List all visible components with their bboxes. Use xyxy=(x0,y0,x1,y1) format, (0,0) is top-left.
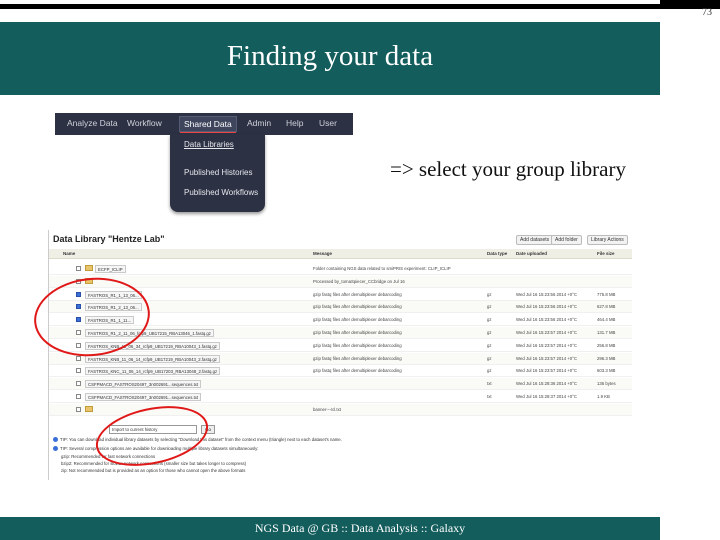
dropdown-data-libraries[interactable]: Data Libraries xyxy=(184,140,234,149)
row-date: Wed Jul 16 15:23:56 2014 +0°C xyxy=(516,291,578,297)
row-message: banner---rcl.txt xyxy=(313,406,341,412)
library-table-header: Name Message Data type Date uploaded Fil… xyxy=(49,249,632,259)
folder-icon xyxy=(85,265,93,271)
slide-title: Finding your data xyxy=(226,40,434,72)
row-date: Wed Jul 16 15:23:56 2014 +0°C xyxy=(516,317,578,323)
row-data-type: gz xyxy=(487,317,492,323)
row-data-type: gz xyxy=(487,330,492,335)
row-size: 464.4 MB xyxy=(597,317,616,323)
row-data-type: gz xyxy=(487,291,492,297)
row-checkbox[interactable] xyxy=(76,406,81,412)
row-data-type: gz xyxy=(487,342,492,348)
row-data-type: gz xyxy=(487,368,492,374)
library-title: Data Library "Hentze Lab" xyxy=(53,234,165,244)
row-message: gzip fastq files after demultiplexer deb… xyxy=(313,355,402,361)
row-message: Folder containing NGS data related to sm… xyxy=(313,266,451,271)
row-checkbox[interactable] xyxy=(76,368,81,374)
row-size: 627.8 MB xyxy=(597,304,616,310)
menu-workflow[interactable]: Workflow xyxy=(127,118,162,128)
shared-data-dropdown: Data Libraries Published Histories Publi… xyxy=(170,134,265,212)
row-date: Wed Jul 16 15:23:57 2014 +0°C xyxy=(516,330,578,335)
table-row[interactable]: CSFPMACD_FASTROS20497_3n002691...sequenc… xyxy=(49,378,632,391)
add-folder-button[interactable]: Add folder xyxy=(551,235,582,245)
row-message: gzip fastq files after demultiplexer deb… xyxy=(313,330,402,335)
menu-help[interactable]: Help xyxy=(286,118,303,128)
menu-admin[interactable]: Admin xyxy=(247,118,271,128)
slide-number: 73 xyxy=(702,7,712,18)
row-checkbox[interactable] xyxy=(76,381,81,387)
row-date: Wed Jul 16 15:23:56 2014 +0°C xyxy=(516,304,578,310)
row-data-type: gz xyxy=(487,304,492,310)
dataset-name[interactable]: FASTROS_KNB_11_06_14_rcfp9_UB17219_RBA10… xyxy=(85,354,220,363)
row-size: 603.3 MB xyxy=(597,368,616,374)
active-underline xyxy=(180,132,236,133)
row-message: gzip fastq files after demultiplexer deb… xyxy=(313,368,402,374)
library-actions-button[interactable]: Library Actions xyxy=(587,235,628,245)
menu-user[interactable]: User xyxy=(319,118,337,128)
row-message: Processed by_tomaSpiecer_CCbridge on Jul… xyxy=(313,278,405,284)
table-row[interactable]: CSFPMACD_FASTROS20497_3n002691...sequenc… xyxy=(49,391,632,403)
row-size: 1.9 KB xyxy=(597,394,610,399)
add-datasets-button[interactable]: Add datasets xyxy=(516,235,554,245)
row-date: Wed Jul 16 15:23:57 2014 +0°C xyxy=(516,342,578,348)
col-date-uploaded: Date uploaded xyxy=(516,251,548,256)
table-row[interactable]: FASTROS_KNB_11_06_14_rcfp9_UB17219_RBA10… xyxy=(49,352,632,365)
table-row[interactable]: ECFP_ICLIP Folder containing NGS data rel… xyxy=(49,263,632,275)
dataset-name[interactable]: CSFPMACD_FASTROS20497_3n002691...sequenc… xyxy=(85,380,202,389)
dropdown-published-workflows[interactable]: Published Workflows xyxy=(184,188,258,197)
row-data-type: txt xyxy=(487,394,492,399)
row-date: Wed Jul 16 15:23:57 2014 +0°C xyxy=(516,355,578,361)
top-rule-notch xyxy=(0,0,660,5)
row-data-type: txt xyxy=(487,381,492,387)
row-size: 136 bytes xyxy=(597,381,616,387)
row-message: gzip fastq files after demultiplexer deb… xyxy=(313,317,402,323)
row-checkbox[interactable] xyxy=(76,355,81,361)
dropdown-published-histories[interactable]: Published Histories xyxy=(184,168,252,177)
col-name: Name xyxy=(63,251,76,256)
row-message: gzip fastq files after demultiplexer deb… xyxy=(313,291,402,297)
row-size: 775.8 MB xyxy=(597,291,616,297)
menu-shared-data[interactable]: Shared Data xyxy=(179,116,237,133)
col-file-size: File size xyxy=(597,251,615,256)
row-date: Wed Jul 16 15:23:57 2014 +0°C xyxy=(516,368,578,374)
row-date: Wed Jul 16 15:28:37 2014 +0°C xyxy=(516,394,578,399)
table-row[interactable]: Processed by_tomaSpiecer_CCbridge on Jul… xyxy=(49,275,632,288)
row-date: Wed Jul 16 15:28:36 2014 +0°C xyxy=(516,381,578,387)
info-icon xyxy=(53,446,58,452)
row-data-type: gz xyxy=(487,355,492,361)
table-row[interactable]: FASTROS_KNC_11_06_14_rcfp9_UB17203_RBA13… xyxy=(49,365,632,378)
row-message: gzip fastq files after demultiplexer deb… xyxy=(313,304,402,310)
menu-analyze-data[interactable]: Analyze Data xyxy=(67,118,118,128)
col-message: Message xyxy=(313,251,333,256)
top-rule xyxy=(0,0,720,9)
col-data-type: Data type xyxy=(487,251,508,256)
row-size: 296.3 MB xyxy=(597,355,616,361)
row-message: gzip fastq files after demultiplexer deb… xyxy=(313,342,402,348)
slide-footer: NGS Data @ GB :: Data Analysis :: Galaxy xyxy=(254,521,466,535)
dataset-name[interactable]: ECFP_ICLIP xyxy=(95,265,126,273)
folder-icon xyxy=(85,405,93,412)
dataset-name[interactable]: CSFPMACD_FASTROS20497_3n002691...sequenc… xyxy=(85,393,202,401)
slide-subtitle: => select your group library xyxy=(390,157,626,181)
galaxy-top-menu: Analyze Data Workflow Shared Data Admin … xyxy=(55,113,353,135)
row-checkbox[interactable] xyxy=(76,394,81,399)
row-checkbox[interactable] xyxy=(76,266,81,271)
row-size: 131.7 MB xyxy=(597,330,616,335)
menu-shared-data-label: Shared Data xyxy=(184,119,232,129)
dataset-name[interactable]: FASTROS_KNC_11_06_14_rcfp9_UB17203_RBA13… xyxy=(85,367,221,376)
table-row[interactable]: FASTROS_KNB_11_06_34_rcfp9_UB17219_RBA10… xyxy=(49,340,632,352)
row-size: 256.8 MB xyxy=(597,342,616,348)
tip-zip: zip: Not recommended but is provided as … xyxy=(61,468,246,473)
info-icon xyxy=(53,437,58,443)
